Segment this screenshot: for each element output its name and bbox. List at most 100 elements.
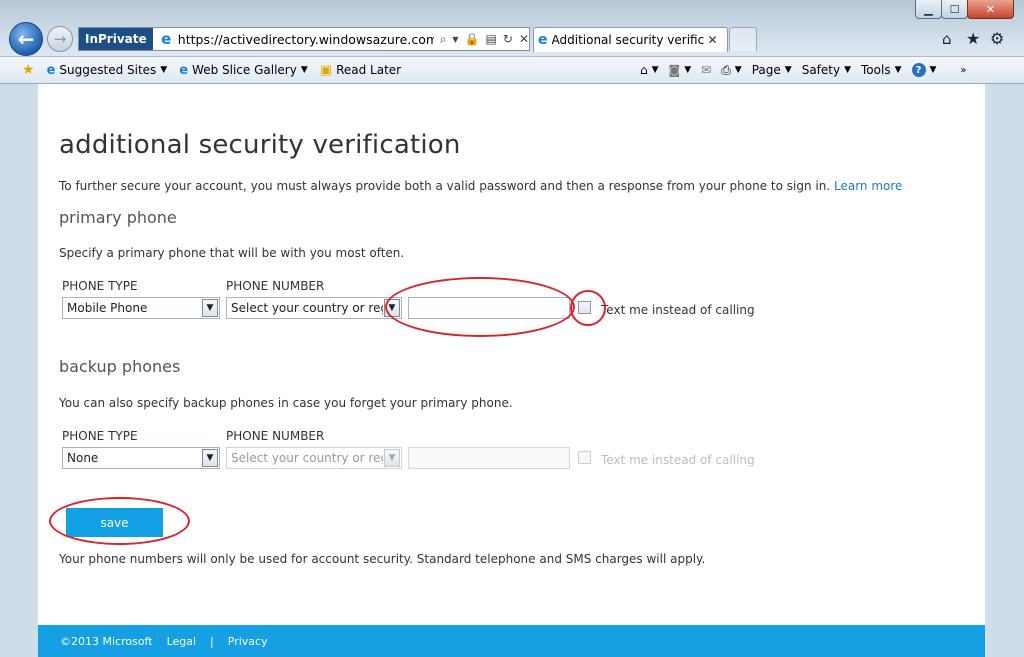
primary-phone-description: Specify a primary phone that will be wit… xyxy=(59,246,405,260)
tab-close-icon[interactable]: ✕ xyxy=(708,33,718,47)
minimize-icon: ▁ xyxy=(924,2,933,16)
footer-separator: | xyxy=(210,634,214,648)
backup-text-me-label: Text me instead of calling xyxy=(601,453,755,467)
mail-icon: ✉ xyxy=(701,63,712,77)
favorite-web-slice-gallery[interactable]: e Web Slice Gallery ▼ xyxy=(179,63,308,78)
intro-text: To further secure your account, you must… xyxy=(59,179,902,193)
rss-feed-icon: ◙ xyxy=(668,63,681,77)
ie-suggested-icon: e xyxy=(46,62,56,78)
address-bar[interactable]: InPrivate e https://activedirectory.wind… xyxy=(78,27,530,51)
feeds-command[interactable]: ◙ ▼ xyxy=(669,63,692,77)
primary-phone-type-label: PHONE TYPE xyxy=(62,279,138,293)
maximize-button[interactable]: ☐ xyxy=(941,0,968,19)
forward-button[interactable]: → xyxy=(47,26,73,52)
read-later-icon: ▣ xyxy=(319,62,333,78)
backup-phone-number-label: PHONE NUMBER xyxy=(226,429,325,443)
command-bar: ⌂ ▼ ◙ ▼ ✉ ⎙ ▼ Page ▼ Safety ▼ Tools ▼ ? ▼ » xyxy=(640,57,977,83)
maximize-icon: ☐ xyxy=(949,2,960,16)
safety-menu-label: Safety xyxy=(801,63,841,77)
safety-menu[interactable]: Safety ▼ xyxy=(802,63,851,77)
chevron-down-icon: ▼ xyxy=(894,65,902,75)
select-value: Select your country or region xyxy=(231,301,383,315)
favorites-bar: ★ e Suggested Sites ▼ e Web Slice Galler… xyxy=(0,56,1024,84)
print-command[interactable]: ⎙ ▼ xyxy=(721,63,742,78)
chevron-down-icon: ▼ xyxy=(734,65,742,75)
chevron-down-icon: ▼ xyxy=(929,65,937,75)
dropdown-arrow-icon[interactable]: ▼ xyxy=(452,35,458,44)
primary-phone-number-input[interactable] xyxy=(408,297,570,319)
chevron-down-icon: ▼ xyxy=(384,299,400,317)
save-button[interactable]: save xyxy=(66,508,163,537)
backup-phone-number-input xyxy=(408,447,570,469)
favorite-label: Read Later xyxy=(336,63,402,77)
chevron-down-icon: ▼ xyxy=(160,65,168,75)
lock-icon[interactable]: 🔒 xyxy=(465,32,480,46)
favorite-suggested-sites[interactable]: e Suggested Sites ▼ xyxy=(47,63,168,78)
minimize-button[interactable]: ▁ xyxy=(915,0,942,19)
inprivate-badge: InPrivate xyxy=(79,28,153,50)
refresh-icon[interactable]: ↻ xyxy=(503,32,513,46)
favorite-label: Web Slice Gallery xyxy=(192,63,297,77)
legal-link[interactable]: Legal xyxy=(167,635,196,648)
favorites-star-icon[interactable]: ★ xyxy=(966,29,980,48)
ie-page-icon: e xyxy=(161,30,172,48)
favorite-read-later[interactable]: ▣ Read Later xyxy=(320,63,401,78)
chevron-down-icon: ▼ xyxy=(202,449,218,467)
learn-more-link[interactable]: Learn more xyxy=(834,179,902,193)
primary-text-me-checkbox[interactable] xyxy=(578,301,591,314)
privacy-link[interactable]: Privacy xyxy=(228,635,268,648)
back-arrow-icon: ← xyxy=(17,27,35,51)
search-icon[interactable]: ⌕ xyxy=(440,32,447,47)
primary-country-select[interactable]: Select your country or region ▼ xyxy=(226,297,402,319)
chevron-down-icon: ▼ xyxy=(202,299,218,317)
page-title: additional security verification xyxy=(59,130,461,160)
backup-phones-heading: backup phones xyxy=(59,357,181,376)
compatibility-icon[interactable]: ▤ xyxy=(486,32,497,46)
intro-sentence: To further secure your account, you must… xyxy=(59,179,831,193)
title-bar: ▁ ☐ ✕ xyxy=(0,0,1024,22)
backup-phone-type-select[interactable]: None ▼ xyxy=(62,447,220,469)
url-text[interactable]: https://activedirectory.windowsazure.com… xyxy=(178,32,434,47)
favorites-add-icon[interactable]: ★ xyxy=(22,62,35,78)
copyright-text: ©2013 Microsoft xyxy=(60,634,153,648)
close-icon: ✕ xyxy=(985,2,996,16)
back-button[interactable]: ← xyxy=(9,22,43,56)
chevron-down-icon: ▼ xyxy=(684,65,692,75)
primary-phone-heading: primary phone xyxy=(59,208,177,227)
close-window-button[interactable]: ✕ xyxy=(967,0,1014,19)
tab-active[interactable]: e Additional security verificat... ✕ xyxy=(533,27,728,52)
page-menu[interactable]: Page ▼ xyxy=(752,63,792,77)
select-value: None xyxy=(67,451,99,465)
select-value: Select your country or region xyxy=(231,451,383,465)
tools-menu[interactable]: Tools ▼ xyxy=(861,63,901,77)
backup-phones-description: You can also specify backup phones in ca… xyxy=(59,396,513,410)
stop-icon[interactable]: ✕ xyxy=(519,32,529,46)
tools-menu-label: Tools xyxy=(861,63,891,77)
select-value: Mobile Phone xyxy=(67,301,148,315)
primary-phone-type-select[interactable]: Mobile Phone ▼ xyxy=(62,297,220,319)
chevron-down-icon: ▼ xyxy=(384,449,400,467)
primary-phone-number-label: PHONE NUMBER xyxy=(226,279,325,293)
forward-arrow-icon: → xyxy=(53,30,67,48)
home-command[interactable]: ⌂ ▼ xyxy=(640,63,659,77)
chevron-down-icon: ▼ xyxy=(844,65,852,75)
home-icon[interactable]: ⌂ xyxy=(942,30,952,48)
chevron-down-icon: ▼ xyxy=(300,65,308,75)
primary-text-me-label: Text me instead of calling xyxy=(601,303,755,317)
page-menu-label: Page xyxy=(751,63,781,77)
backup-phone-type-label: PHONE TYPE xyxy=(62,429,138,443)
home-icon: ⌂ xyxy=(640,63,648,77)
chevron-down-icon: ▼ xyxy=(651,65,659,75)
backup-text-me-checkbox xyxy=(578,451,591,464)
more-commands-icon[interactable]: » xyxy=(960,65,966,76)
new-tab-button[interactable] xyxy=(729,27,757,51)
web-slice-icon: e xyxy=(179,62,189,78)
browser-chrome: ▁ ☐ ✕ ← → InPrivate e https://activedire… xyxy=(0,0,1024,84)
mail-command[interactable]: ✉ xyxy=(701,63,711,77)
gear-icon[interactable]: ⚙ xyxy=(990,29,1004,48)
tab-title: Additional security verificat... xyxy=(551,33,704,47)
chevron-down-icon: ▼ xyxy=(784,65,792,75)
favorite-label: Suggested Sites xyxy=(59,63,157,77)
print-icon: ⎙ xyxy=(721,62,731,77)
help-menu[interactable]: ? ▼ xyxy=(911,63,937,77)
